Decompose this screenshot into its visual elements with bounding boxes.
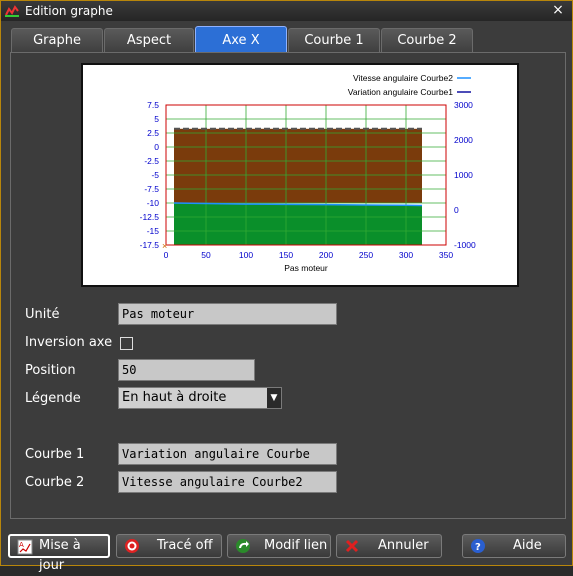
x-tick-label: 350	[439, 250, 453, 260]
series-fill-courbe1	[174, 203, 422, 245]
app-icon	[5, 5, 19, 17]
chart-svg: 7.552.50-2.5-5-7.5-10-12.5-15-17.5300020…	[140, 73, 476, 273]
y-left-tick-label: -15	[147, 226, 160, 236]
update-button-label: Mise à jour	[39, 538, 81, 573]
y-right-tick-label: 2000	[454, 135, 473, 145]
legend-label-courbe1: Variation angulaire Courbe1	[348, 87, 453, 97]
series-fill-courbe2	[174, 128, 422, 203]
svg-text:A: A	[19, 541, 24, 549]
svg-text:?: ?	[475, 542, 481, 553]
target-icon	[125, 539, 139, 553]
link-arrow-icon	[236, 539, 250, 553]
help-label: Aide	[513, 538, 542, 553]
curve2-label: Courbe 2	[25, 475, 85, 490]
y-left-tick-label: -10	[147, 198, 160, 208]
tab-panel-axe-x: 7.5 5 2.5 0 -2.5 -5 -7.5 -10 -12.5 -15 -17.5 3000 20…	[10, 52, 566, 519]
y-left-tick-label: -12.5	[140, 212, 160, 222]
close-button[interactable]: ×	[550, 2, 566, 18]
legend-label: Légende	[25, 391, 81, 406]
tab-courbe-1[interactable]: Courbe 1	[288, 28, 380, 53]
legend-select[interactable]: En haut à droite ▼	[118, 387, 282, 409]
tab-axe-x[interactable]: Axe X	[195, 26, 287, 54]
help-icon: ?	[471, 539, 485, 553]
legend-label-courbe2: Vitesse angulaire Courbe2	[353, 73, 453, 83]
tab-aspect[interactable]: Aspect	[104, 28, 194, 53]
y-right-tick-label: 3000	[454, 100, 473, 110]
y-right-tick-label: -1000	[454, 240, 476, 250]
y-left-tick-label: 2.5	[147, 128, 159, 138]
title-bar[interactable]: Edition graphe ×	[1, 1, 572, 21]
cancel-x-icon	[345, 539, 359, 553]
x-tick-label: 300	[399, 250, 413, 260]
x-tick-label: 0	[164, 250, 169, 260]
y-right-tick-label: 1000	[454, 170, 473, 180]
legend-select-value: En haut à droite	[122, 390, 227, 405]
edition-graphe-window: Edition graphe × Graphe Aspect Axe X Cou…	[0, 0, 573, 573]
unit-field[interactable]: Pas moteur	[118, 303, 337, 325]
graph-update-icon: A	[17, 539, 33, 555]
tab-graphe[interactable]: Graphe	[11, 28, 103, 53]
x-tick-label: 50	[201, 250, 211, 260]
curve1-label: Courbe 1	[25, 447, 85, 462]
x-tick-label: 150	[279, 250, 293, 260]
y-left-tick-label: -2.5	[144, 156, 159, 166]
unit-label: Unité	[25, 307, 60, 322]
y-left-tick-label: 7.5	[147, 100, 159, 110]
cancel-label: Annuler	[378, 538, 429, 553]
y-left-tick-label: -17.5	[140, 240, 160, 250]
x-axis-label: Pas moteur	[284, 263, 328, 273]
chart-preview: 7.5 5 2.5 0 -2.5 -5 -7.5 -10 -12.5 -15 -17.5 3000 20…	[81, 63, 519, 287]
origin-marker: ×	[162, 241, 167, 251]
window-title: Edition graphe	[25, 4, 113, 18]
curve1-field[interactable]: Variation angulaire Courbe	[118, 443, 337, 465]
modif-lien-label: Modif lien	[264, 538, 328, 553]
y-right-tick-label: 0	[454, 205, 459, 215]
trace-off-label: Tracé off	[157, 538, 213, 553]
update-button[interactable]: A Mise à jour	[8, 534, 110, 573]
y-left-tick-label: 5	[154, 114, 159, 124]
position-label: Position	[25, 363, 76, 378]
x-tick-label: 100	[239, 250, 253, 260]
tab-courbe-2[interactable]: Courbe 2	[381, 28, 473, 53]
position-field[interactable]: 50	[118, 359, 255, 381]
y-left-tick-label: -7.5	[144, 184, 159, 194]
close-icon: ×	[552, 2, 564, 18]
chevron-down-icon[interactable]: ▼	[267, 388, 281, 408]
y-left-tick-label: -5	[151, 170, 159, 180]
inversion-checkbox[interactable]	[120, 337, 133, 350]
curve2-field[interactable]: Vitesse angulaire Courbe2	[118, 471, 337, 493]
trace-off-button[interactable]: Tracé off	[116, 534, 222, 558]
y-left-tick-label: 0	[154, 142, 159, 152]
modif-lien-button[interactable]: Modif lien	[227, 534, 331, 558]
x-tick-label: 200	[319, 250, 333, 260]
help-button[interactable]: ? Aide	[462, 534, 566, 558]
inversion-label: Inversion axe	[25, 335, 113, 350]
cancel-button[interactable]: Annuler	[336, 534, 442, 558]
x-tick-label: 250	[359, 250, 373, 260]
